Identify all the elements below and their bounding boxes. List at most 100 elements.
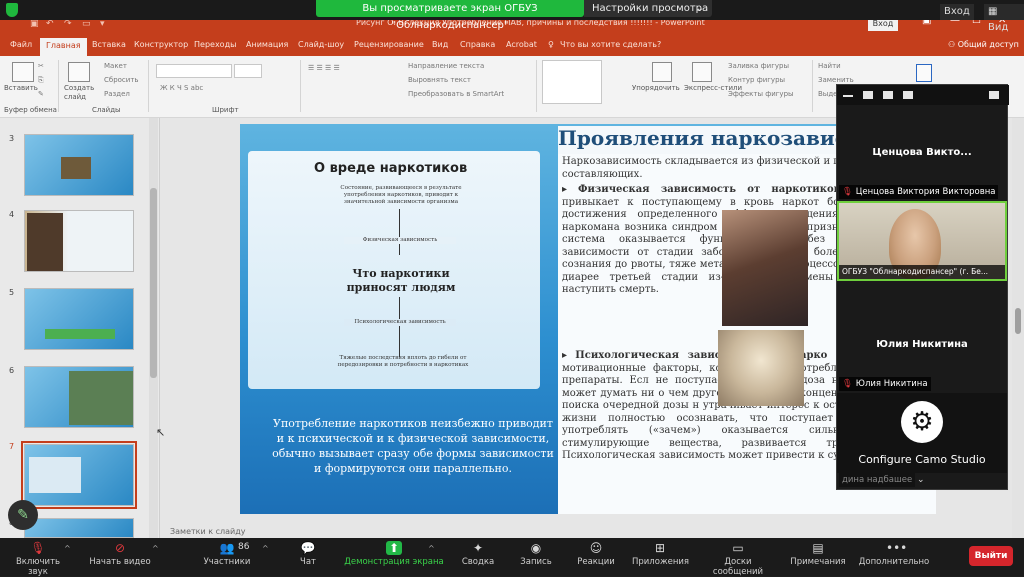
dictate-icon[interactable]: [916, 64, 932, 82]
slide-thumbnail[interactable]: [24, 518, 134, 538]
card-physical: Физическая зависимость: [344, 237, 456, 244]
save-icon[interactable]: ▣: [30, 19, 39, 29]
shape-fill-button[interactable]: Заливка фигуры: [728, 62, 789, 70]
summary-button[interactable]: ✦ Сводка: [458, 541, 498, 567]
slide-thumbnail[interactable]: [24, 366, 134, 428]
leave-button[interactable]: Выйти: [969, 546, 1013, 566]
new-slide-icon[interactable]: [68, 62, 90, 82]
thumb-number: 4: [9, 210, 15, 219]
chevron-up-icon[interactable]: ^: [428, 544, 435, 553]
tell-me-search[interactable]: Что вы хотите сделать?: [560, 40, 661, 49]
scrollbar-handle[interactable]: [150, 188, 157, 378]
layout-button[interactable]: Макет: [104, 62, 127, 70]
tab-file[interactable]: Файл: [10, 40, 32, 49]
divider: [58, 60, 59, 112]
tab-view[interactable]: Вид: [432, 40, 448, 49]
view-mode-button[interactable]: ▦ Вид: [984, 4, 1024, 33]
arrow-line: [399, 209, 400, 255]
undo-icon[interactable]: ↶: [46, 19, 54, 29]
tab-insert[interactable]: Вставка: [92, 40, 126, 49]
font-name-field[interactable]: [156, 64, 232, 78]
arrange-button[interactable]: Упорядочить: [632, 84, 680, 92]
unmute-button[interactable]: 🎙 Включить звук: [8, 541, 68, 577]
minimize-icon[interactable]: [843, 95, 853, 97]
slide-thumbnail[interactable]: [24, 210, 134, 272]
font-size-field[interactable]: [234, 64, 262, 78]
copy-icon[interactable]: ⎘: [38, 76, 44, 85]
workspace-scrollbar[interactable]: [1012, 118, 1024, 538]
record-label: Запись: [520, 557, 552, 567]
paste-icon[interactable]: [12, 62, 34, 82]
reset-button[interactable]: Сбросить: [104, 76, 139, 84]
whiteboards-button[interactable]: ▭ Доски сообщений: [700, 541, 776, 577]
slide-notes[interactable]: Заметки к слайду: [170, 527, 245, 536]
redo-icon[interactable]: ↷: [64, 19, 72, 29]
replace-button[interactable]: Заменить: [818, 76, 854, 84]
view-settings-label: Настройки просмотра: [592, 3, 709, 14]
smartart-button[interactable]: Преобразовать в SmartArt: [408, 90, 504, 98]
record-icon: ◉: [530, 541, 542, 555]
chevron-up-icon[interactable]: ^: [262, 544, 269, 553]
bullets-icon[interactable]: ☰ ☰ ☰ ☰: [308, 64, 340, 72]
thumbnails-scrollbar[interactable]: [149, 118, 158, 538]
cut-icon[interactable]: ✂: [38, 62, 44, 70]
tab-animations[interactable]: Анимация: [246, 40, 288, 49]
person-icon: ⚇: [948, 40, 958, 49]
film-strip-icon[interactable]: [883, 91, 893, 99]
bold-icon[interactable]: Ж К Ч S abc: [160, 84, 203, 92]
tab-slideshow[interactable]: Слайд-шоу: [298, 40, 344, 49]
view-mode-label: Вид: [988, 22, 1009, 33]
chevron-up-icon[interactable]: ^: [64, 544, 71, 553]
reactions-button[interactable]: ☺ Реакции: [576, 541, 616, 567]
camo-placeholder[interactable]: ⚙ Configure Camo Studio: [837, 393, 1007, 473]
participant-video[interactable]: ОГБУЗ "Облнаркодиспансер" (г. Бе...: [837, 201, 1007, 281]
info-card: О вреде наркотиков Состояние, развивающе…: [248, 151, 540, 389]
tab-acrobat[interactable]: Acrobat: [506, 40, 537, 49]
shape-effects-button[interactable]: Эффекты фигуры: [728, 90, 794, 98]
view-settings-button[interactable]: Настройки просмотра ⌄: [584, 0, 712, 17]
align-text-button[interactable]: Выровнять текст: [408, 76, 471, 84]
tab-design[interactable]: Конструктор: [134, 40, 188, 49]
tab-review[interactable]: Рецензирование: [354, 40, 424, 49]
section-button[interactable]: Раздел: [104, 90, 130, 98]
record-button[interactable]: ◉ Запись: [518, 541, 554, 567]
share-button[interactable]: ⚇ Общий доступ: [948, 40, 1019, 49]
gallery-view-icon[interactable]: [903, 91, 913, 99]
tab-transitions[interactable]: Переходы: [194, 40, 236, 49]
arrange-icon[interactable]: [652, 62, 672, 82]
chevron-down-icon[interactable]: ⌄: [917, 475, 925, 485]
format-painter-icon[interactable]: ✎: [38, 90, 44, 98]
chat-button[interactable]: 💬 Чат: [290, 541, 326, 567]
apps-button[interactable]: ⊞ Приложения: [632, 541, 689, 567]
customize-icon[interactable]: ▾: [100, 19, 105, 29]
find-button[interactable]: Найти: [818, 62, 841, 70]
annotate-pencil-icon[interactable]: ✎: [8, 500, 38, 530]
start-video-button[interactable]: ⊘ Начать видео: [88, 541, 152, 567]
exit-fullscreen-icon[interactable]: [989, 91, 999, 99]
slide-thumbnail[interactable]: [24, 134, 134, 196]
slide-thumbnail[interactable]: [24, 288, 134, 350]
thumb-number: 7: [9, 442, 15, 451]
zoom-share-banner: Вы просматриваете экран ОГБУЗ "Облнаркод…: [0, 0, 1024, 33]
slide-thumbnail-selected[interactable]: [21, 441, 137, 509]
slides-group-label: Слайды: [92, 106, 121, 114]
host-video-tag: ОГБУЗ "Облнаркодиспансер" (г. Бе...: [839, 265, 1005, 279]
slideshow-start-icon[interactable]: ▭: [82, 19, 91, 29]
tab-help[interactable]: Справка: [460, 40, 495, 49]
paste-button[interactable]: Вставить: [4, 84, 38, 92]
shapes-gallery[interactable]: [542, 60, 602, 104]
view-enter-button[interactable]: Вход: [940, 4, 974, 20]
shape-outline-button[interactable]: Контур фигуры: [728, 76, 785, 84]
share-label: Общий доступ: [957, 40, 1019, 49]
font-group-label: Шрифт: [212, 106, 239, 114]
new-slide-button[interactable]: Создать слайд: [64, 84, 96, 102]
speaker-view-icon[interactable]: [863, 91, 873, 99]
scrollbar-handle[interactable]: [1015, 308, 1021, 334]
chevron-up-icon[interactable]: ^: [152, 544, 159, 553]
notes-button[interactable]: ▤ Примечания: [790, 541, 846, 567]
text-direction-button[interactable]: Направление текста: [408, 62, 484, 70]
quick-styles-icon[interactable]: [692, 62, 712, 82]
tab-home[interactable]: Главная: [40, 38, 87, 56]
summary-icon: ✦: [472, 541, 484, 555]
more-button[interactable]: ••• Дополнительно: [858, 541, 930, 567]
